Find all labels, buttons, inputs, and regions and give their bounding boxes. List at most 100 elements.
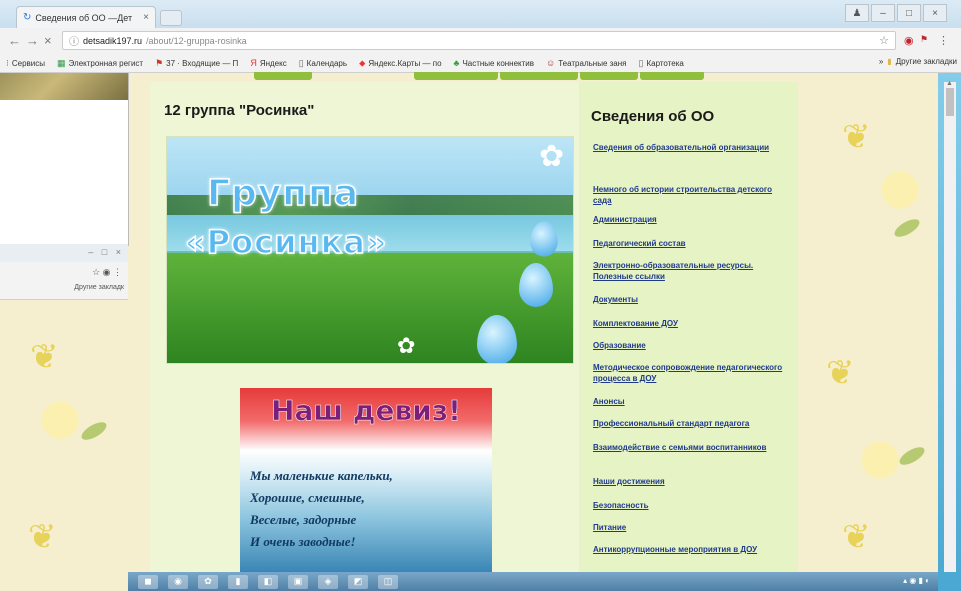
taskbar-app-icon[interactable]: ✿ (198, 574, 218, 589)
bookmark-label: Частные коннектив (462, 58, 535, 68)
background-browser-window[interactable]: – □ × ☆ ◉ ⋮ Другие закладк (0, 244, 128, 300)
bookmark-label: Театральные заня (558, 58, 627, 68)
sidebar-link[interactable]: Немного об истории строительства детског… (593, 184, 789, 206)
background-window-controls[interactable]: – □ × (88, 247, 124, 257)
scroll-up-icon[interactable]: ▲ (946, 80, 953, 87)
butterfly-icon: ❦ (30, 338, 59, 376)
butterfly-icon: ❦ (28, 518, 57, 556)
sidebar-link[interactable]: Образование (593, 340, 789, 351)
main-content: 12 группа "Росинка" Группа «Росинка» ✿ ✿… (150, 82, 579, 572)
motto-line: И очень заводные! (250, 534, 356, 549)
droplet-character-icon (519, 263, 553, 307)
chrome-taskbar-icon[interactable]: ◉ (168, 574, 188, 589)
other-bookmarks-label: Другие закладки (895, 57, 957, 66)
sheet-icon: ▦ (57, 57, 66, 68)
bookmarks-bar: ⁝ Сервисы ▦ Электронная регист ⚑ 37 · Входящи… (0, 54, 961, 73)
sidebar-link[interactable]: Документы (593, 294, 789, 305)
sidebar-link[interactable]: Взаимодействие с семьями воспитанников (593, 442, 789, 453)
bookmark-item[interactable]: ▯ Картотека (633, 58, 690, 69)
bookmark-label: Яндекс.Карты — по (368, 58, 442, 68)
close-window-button[interactable]: × (923, 4, 947, 22)
menu-icon[interactable]: ⋮ (938, 34, 949, 47)
taskbar-app-icon[interactable]: ◩ (348, 574, 368, 589)
bookmark-item[interactable]: ⚑ 37 · Входящие — П (149, 58, 244, 69)
droplet-character-icon (530, 221, 558, 257)
sidebar-link[interactable]: Администрация (593, 214, 789, 225)
minimize-button[interactable]: – (871, 4, 895, 22)
other-bookmarks[interactable]: » ▮ Другие закладки (879, 57, 957, 66)
bookmark-item[interactable]: ▯ Календарь (293, 58, 353, 69)
taskbar-app-icon[interactable]: ▮ (228, 574, 248, 589)
sidebar-link[interactable]: Методическое сопровождение педагогическо… (593, 362, 789, 384)
bookmark-item[interactable]: ⁝ Сервисы (0, 58, 51, 69)
page-icon: ▯ (298, 57, 304, 68)
sidebar-link[interactable]: Сведения об образовательной организации (593, 142, 789, 153)
bookmark-label: 37 · Входящие — П (166, 58, 239, 68)
forward-icon[interactable]: → (26, 33, 39, 48)
butterfly-icon: ❦ (842, 518, 871, 556)
system-tray[interactable]: ▴ ◉ ▮ ◐ (903, 576, 930, 585)
folder-icon: ▮ (887, 57, 892, 66)
window-controls: ♟ – □ × (845, 4, 947, 22)
sidebar-link[interactable]: Электронно-образовательные ресурсы. Поле… (593, 260, 789, 282)
motto-image: Наш девиз! Мы маленькие капельки, Хороши… (240, 388, 492, 572)
tab-active[interactable]: ↻ Сведения об ОО —Дет × (16, 6, 156, 28)
motto-line: Мы маленькие капельки, (250, 468, 393, 483)
back-icon[interactable]: ← (8, 33, 21, 48)
taskbar-app-icon[interactable]: ▣ (288, 574, 308, 589)
taskbar-app-icon[interactable]: ◈ (318, 574, 338, 589)
bookmark-item[interactable]: ▦ Электронная регист (51, 58, 149, 69)
bookmark-item[interactable]: ☺ Театральные заня (540, 58, 632, 68)
bookmark-item[interactable]: Я Яндекс (244, 58, 292, 68)
taskbar-app-icon[interactable]: ◼ (138, 574, 158, 589)
page-scrollbar[interactable]: ▲ (944, 80, 956, 572)
browser-toolbar: ← → × ⓘ detsadik197.ru/about/12-gruppa-r… (0, 28, 961, 55)
banner-title-line1: Группа (206, 172, 360, 215)
chevron-icon[interactable]: » (879, 57, 883, 66)
taskbar-app-icon[interactable]: ◫ (378, 574, 398, 589)
maximize-button[interactable]: □ (897, 4, 921, 22)
nav-tab[interactable] (414, 72, 498, 80)
sidebar-link[interactable]: Педагогический состав (593, 238, 789, 249)
taskbar: ◼ ◉ ✿ ▮ ◧ ▣ ◈ ◩ ◫ ▴ ◉ ▮ ◐ (128, 572, 938, 591)
page-title: 12 группа "Росинка" (164, 102, 315, 119)
site-navigation (150, 72, 798, 82)
bookmark-item[interactable]: ♣ Частные коннектив (448, 58, 541, 68)
taskbar-app-icon[interactable]: ◧ (258, 574, 278, 589)
sidebar-link[interactable]: Комплектование ДОУ (593, 318, 789, 329)
background-toolbar-icons[interactable]: ☆ ◉ ⋮ (92, 267, 122, 278)
daisy-icon: ✿ (539, 140, 565, 173)
close-load-icon[interactable]: × (44, 33, 52, 48)
bookmark-item[interactable]: ⬥ Яндекс.Карты — по (353, 58, 447, 69)
map-pin-icon: ⬥ (359, 57, 366, 68)
url-path: /about/12-gruppa-rosinka (146, 35, 247, 46)
info-icon[interactable]: ⓘ (69, 33, 79, 48)
sidebar-link[interactable]: Питание (593, 522, 789, 533)
loading-icon: ↻ (23, 12, 32, 23)
new-tab-button[interactable] (160, 10, 182, 26)
motto-line: Хорошие, смешные, (250, 490, 365, 505)
user-icon[interactable]: ♟ (845, 4, 869, 22)
background-other-bookmarks[interactable]: Другие закладк (74, 284, 124, 291)
sidebar-link[interactable]: Анонсы (593, 396, 789, 407)
apps-icon: ⁝ (6, 57, 9, 68)
sidebar-link[interactable]: Профессиональный стандарт педагога (593, 418, 789, 429)
nav-tab[interactable] (500, 72, 578, 80)
sidebar-link[interactable]: Наши достижения (593, 476, 789, 487)
address-bar[interactable]: ⓘ detsadik197.ru/about/12-gruppa-rosinka… (62, 31, 896, 50)
flag-icon: ⚑ (155, 57, 164, 68)
notification-icon[interactable]: ⚑ (920, 34, 928, 45)
close-tab-icon[interactable]: × (143, 12, 149, 23)
scrollbar-thumb[interactable] (946, 88, 954, 116)
nav-tab[interactable] (640, 72, 704, 80)
butterfly-icon: ❦ (826, 354, 855, 392)
extension-icon[interactable]: ◉ (904, 34, 914, 47)
motto-line: Веселые, задорные (250, 512, 357, 527)
browser-window: ↻ Сведения об ОО —Дет × ♟ – □ × ← → × ⓘ … (0, 0, 961, 81)
sidebar-link[interactable]: Безопасность (593, 500, 789, 511)
butterfly-icon: ❦ (842, 118, 871, 156)
nav-tab[interactable] (580, 72, 638, 80)
star-icon[interactable]: ☆ (879, 34, 889, 47)
sidebar-link[interactable]: Антикоррупционные мероприятия в ДОУ (593, 544, 789, 555)
nav-tab[interactable] (254, 72, 312, 80)
